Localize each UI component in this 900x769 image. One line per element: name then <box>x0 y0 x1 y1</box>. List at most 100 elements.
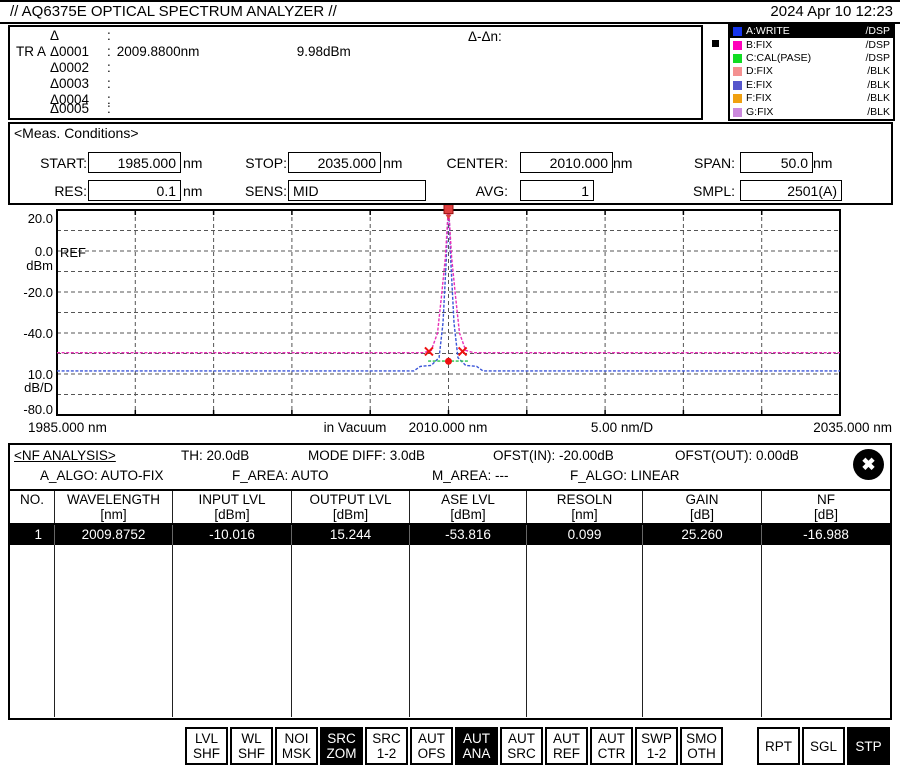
sens-label: SENS: <box>217 183 287 199</box>
marker-name: Δ0002 <box>50 60 107 75</box>
legend-row-b[interactable]: B:FIX/DSP <box>730 38 893 51</box>
softkey-rpt[interactable]: RPT <box>757 727 800 765</box>
x-axis-center-label: 2010.000 nm <box>393 420 503 436</box>
smpl-label: SMPL: <box>665 183 735 199</box>
table-row[interactable]: 1 2009.8752 -10.016 15.244 -53.816 0.099… <box>10 525 890 545</box>
softkey-aut-ref[interactable]: AUTREF <box>545 727 588 765</box>
trace-mode: /BLK <box>867 80 890 91</box>
legend-row-c[interactable]: C:CAL(PASE)/DSP <box>730 52 893 65</box>
marker-name: Δ0005 <box>50 101 107 116</box>
stop-input[interactable]: 2035.000 <box>288 152 381 173</box>
nf-analysis-title: <NF ANALYSIS> <box>14 448 116 463</box>
start-label: START: <box>17 155 87 171</box>
legend-row-g[interactable]: G:FIX/BLK <box>730 106 893 119</box>
col-header-output-lvl: OUTPUT LVL[dBm] <box>292 491 410 523</box>
nf-ofst-out-param: OFST(OUT): 0.00dB <box>675 448 799 463</box>
y-axis-label-20: 20.0 <box>3 211 53 225</box>
y-axis-unit-dbm: dBm <box>3 258 53 272</box>
y-axis-scale: 10.0 <box>3 367 53 381</box>
softkey-src-1-2[interactable]: SRC1-2 <box>365 727 408 765</box>
marker-name: Δ <box>50 28 107 43</box>
start-unit: nm <box>183 155 202 171</box>
softkey-wl-shf[interactable]: WLSHF <box>230 727 273 765</box>
active-trace-label: TR A <box>16 44 46 59</box>
col-header-resoln: RESOLN[nm] <box>527 491 643 523</box>
nf-table-header: NO. WAVELENGTH[nm] INPUT LVL[dBm] OUTPUT… <box>10 489 890 525</box>
start-input[interactable]: 1985.000 <box>88 152 181 173</box>
trace-mode: /DSP <box>865 26 890 37</box>
col-header-no: NO. <box>10 491 55 523</box>
stop-label: STOP: <box>217 155 287 171</box>
x-axis-stop-label: 2035.000 nm <box>788 420 892 436</box>
cell-gain: 25.260 <box>643 525 762 545</box>
span-label: SPAN: <box>665 155 735 171</box>
avg-input[interactable]: 1 <box>520 180 594 201</box>
trace-color-swatch <box>733 67 742 76</box>
trace-name: G:FIX <box>746 107 867 118</box>
marker-row: Δ0005: <box>50 101 297 117</box>
marker-level: 9.98dBm <box>297 44 351 59</box>
legend-row-e[interactable]: E:FIX/BLK <box>730 79 893 92</box>
col-header-wavelength: WAVELENGTH[nm] <box>55 491 173 523</box>
center-label: CENTER: <box>438 155 508 171</box>
marker-row: Δ0002: <box>50 60 297 76</box>
softkey-aut-src[interactable]: AUTSRC <box>500 727 543 765</box>
trace-name: D:FIX <box>746 66 867 77</box>
softkey-stp[interactable]: STP <box>847 727 890 765</box>
osa-screen: // AQ6375E OPTICAL SPECTRUM ANALYZER // … <box>0 0 900 769</box>
x-axis-perdiv-label: 5.00 nm/D <box>567 420 677 436</box>
nf-modediff-param: MODE DIFF: 3.0dB <box>308 448 425 463</box>
marker-wavelength: 2009.8800nm <box>117 44 297 59</box>
softkey-noi-msk[interactable]: NOIMSK <box>275 727 318 765</box>
cell-resoln: 0.099 <box>527 525 643 545</box>
marker-info-panel: TR A Δ-Δn: Δ: Δ0001:2009.8800nm9.98dBm Δ… <box>8 25 703 120</box>
softkey-bar: LVLSHF WLSHF NOIMSK SRCZOM SRC1-2 AUTOFS… <box>185 727 723 765</box>
span-input[interactable]: 50.0 <box>740 152 813 173</box>
avg-label: AVG: <box>438 183 508 199</box>
center-unit: nm <box>613 155 632 171</box>
trace-legend: A:WRITE/DSP B:FIX/DSP C:CAL(PASE)/DSP D:… <box>728 23 895 121</box>
cell-nf: -16.988 <box>762 525 890 545</box>
trace-color-swatch <box>733 108 742 117</box>
nf-th-param: TH: 20.0dB <box>181 448 249 463</box>
col-header-nf: NF[dB] <box>762 491 890 523</box>
smpl-input[interactable]: 2501(A) <box>740 180 842 201</box>
legend-row-d[interactable]: D:FIX/BLK <box>730 65 893 78</box>
softkey-swp-1-2[interactable]: SWP1-2 <box>635 727 678 765</box>
marker-row: Δ0003: <box>50 76 297 92</box>
datetime: 2024 Apr 10 12:23 <box>770 3 893 20</box>
nf-m-area-param: M_AREA: --- <box>432 468 509 483</box>
legend-row-a[interactable]: A:WRITE/DSP <box>730 25 893 38</box>
delta-delta-n-label: Δ-Δn: <box>468 29 502 44</box>
ref-label: REF <box>60 245 86 260</box>
softkey-src-zom[interactable]: SRCZOM <box>320 727 363 765</box>
stop-unit: nm <box>383 155 402 171</box>
trace-mode: /DSP <box>865 40 890 51</box>
trace-name: F:FIX <box>746 93 867 104</box>
softkey-lvl-shf[interactable]: LVLSHF <box>185 727 228 765</box>
cell-no: 1 <box>10 525 55 545</box>
softkey-aut-ofs[interactable]: AUTOFS <box>410 727 453 765</box>
active-trace-indicator <box>712 40 719 47</box>
softkey-aut-ana[interactable]: AUTANA <box>455 727 498 765</box>
softkey-aut-ctr[interactable]: AUTCTR <box>590 727 633 765</box>
softkey-smo-oth[interactable]: SMOOTH <box>680 727 723 765</box>
meas-conditions-title: <Meas. Conditions> <box>14 125 139 141</box>
col-header-gain: GAIN[dB] <box>643 491 762 523</box>
softkey-sgl[interactable]: SGL <box>802 727 845 765</box>
close-icon[interactable]: ✖ <box>853 449 884 480</box>
legend-row-f[interactable]: F:FIX/BLK <box>730 92 893 105</box>
trace-name: A:WRITE <box>746 26 865 37</box>
col-header-input-lvl: INPUT LVL[dBm] <box>173 491 292 523</box>
trace-color-swatch <box>733 81 742 90</box>
res-input[interactable]: 0.1 <box>88 180 181 201</box>
center-input[interactable]: 2010.000 <box>520 152 613 173</box>
top-border <box>0 0 900 2</box>
cell-wavelength: 2009.8752 <box>55 525 173 545</box>
res-label: RES: <box>17 183 87 199</box>
sens-input[interactable]: MID <box>288 180 426 201</box>
nf-results-table: NO. WAVELENGTH[nm] INPUT LVL[dBm] OUTPUT… <box>10 489 890 717</box>
trace-color-swatch <box>733 94 742 103</box>
trace-mode: /DSP <box>865 53 890 64</box>
trace-name: C:CAL(PASE) <box>746 53 865 64</box>
